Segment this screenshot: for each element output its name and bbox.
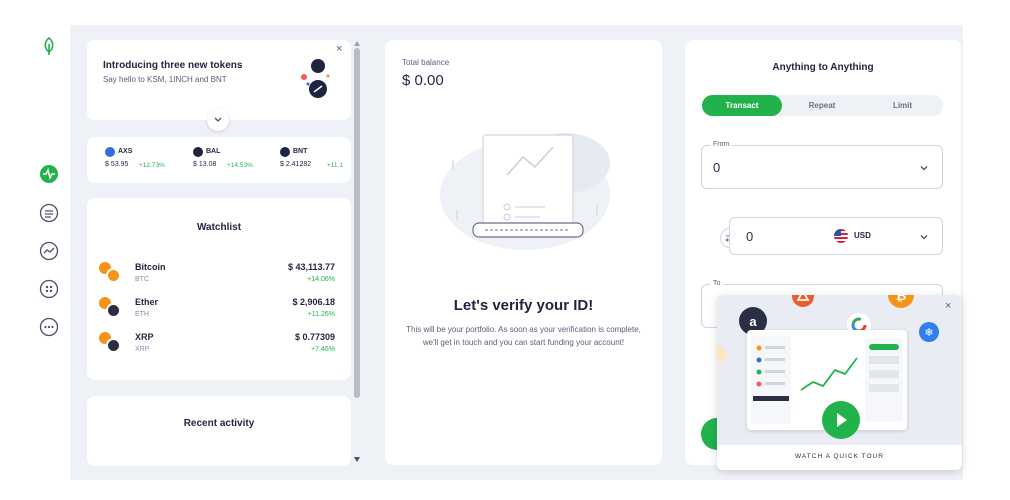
chevron-down-icon	[920, 166, 928, 171]
watchlist-name: Ether	[135, 297, 159, 307]
total-balance-label: Total balance	[402, 58, 450, 67]
watchlist-card: Watchlist Bitcoin BTC $ 43,113.77 +14.06…	[87, 198, 351, 380]
ticker-price: $ 2.41282	[280, 161, 312, 168]
ticker-change: +12.73%	[139, 162, 165, 169]
promo-title: Introducing three new tokens	[103, 60, 243, 71]
from-select[interactable]: From 0	[701, 141, 943, 189]
brave-icon	[792, 295, 814, 307]
bitcoin-icon	[99, 262, 121, 284]
trade-mode-tabs: Transact Repeat Limit	[702, 95, 943, 116]
tour-close-button[interactable]: ×	[945, 300, 951, 312]
watchlist-change: +14.06%	[307, 276, 335, 283]
ticker-price: $ 53.95	[105, 161, 129, 168]
tokens-illustration-icon	[301, 59, 330, 98]
total-balance-value: $ 0.00	[402, 72, 444, 89]
portfolio-icon[interactable]	[38, 163, 60, 185]
tab-transact[interactable]: Transact	[702, 95, 782, 116]
axs-icon	[105, 147, 115, 157]
ticker-change: +11.1	[327, 162, 343, 169]
promo-card[interactable]: Introducing three new tokens Say hello t…	[87, 40, 351, 120]
scroll-down-icon[interactable]	[354, 457, 360, 462]
logo-icon[interactable]	[38, 35, 60, 57]
from-value: 0	[713, 160, 721, 175]
watchlist-title: Watchlist	[196, 222, 242, 233]
quick-tour-popup[interactable]: a ₿ ❄ × WATCH A QUICK TOUR	[717, 295, 962, 470]
portfolio-card: Total balance $ 0.00 Let's verify your I…	[385, 40, 662, 465]
watchlist-symbol: ETH	[135, 311, 149, 318]
play-icon	[837, 413, 847, 427]
watchlist-price: $ 2,906.18	[292, 297, 335, 307]
watch-tour-label[interactable]: WATCH A QUICK TOUR	[717, 453, 962, 460]
chevron-down-icon	[214, 117, 222, 122]
from-label: From	[710, 141, 733, 148]
promo-subtitle: Say hello to KSM, 1INCH and BNT	[103, 75, 227, 84]
watchlist-price: $ 0.77309	[294, 332, 335, 342]
watchlist-name: XRP	[135, 332, 154, 342]
ticker-symbol: AXS	[118, 148, 133, 155]
watchlist-name: Bitcoin	[135, 262, 166, 272]
watchlist-symbol: BTC	[135, 276, 149, 283]
verify-title: Let's verify your ID!	[453, 297, 594, 314]
trade-icon[interactable]	[38, 240, 60, 262]
watchlist-change: +11.26%	[307, 311, 335, 318]
watchlist-symbol: XRP	[135, 346, 150, 353]
snowflake-icon: ❄	[919, 322, 939, 342]
apps-icon[interactable]	[38, 278, 60, 300]
amount-value: 0	[746, 229, 754, 244]
scroll-up-icon[interactable]	[354, 41, 360, 46]
play-button[interactable]	[822, 401, 860, 439]
us-flag-icon	[834, 229, 848, 243]
portfolio-illustration-icon	[440, 133, 610, 250]
bnt-icon	[280, 147, 290, 157]
amount-input[interactable]: 0 USD	[729, 217, 943, 255]
ticker-price: $ 13.08	[193, 161, 217, 168]
bal-icon	[193, 147, 203, 157]
tab-limit[interactable]: Limit	[862, 95, 943, 116]
watchlist-price: $ 43,113.77	[287, 262, 335, 272]
ticker-symbol: BAL	[206, 148, 221, 155]
watchlist-change: +7.46%	[311, 346, 335, 353]
verify-body: This will be your portfolio. As soon as …	[406, 325, 641, 347]
trade-title: Anything to Anything	[772, 62, 874, 73]
to-label: To	[710, 280, 724, 287]
activity-icon[interactable]	[38, 202, 60, 224]
more-icon[interactable]	[38, 316, 60, 338]
ether-icon	[99, 297, 121, 319]
ticker-strip: AXS $ 53.95 +12.73% BAL $ 13.08 +14.53% …	[87, 137, 351, 183]
recent-activity-card: Recent activity	[87, 396, 351, 466]
tab-repeat[interactable]: Repeat	[782, 95, 862, 116]
scrollbar-thumb[interactable]	[354, 48, 360, 398]
recent-activity-title: Recent activity	[183, 418, 255, 429]
currency-select[interactable]: USD	[854, 231, 871, 240]
ticker-change: +14.53%	[227, 162, 253, 169]
expand-promo-button[interactable]	[207, 109, 229, 131]
xrp-icon	[99, 332, 121, 354]
chevron-down-icon	[920, 235, 928, 240]
ticker-symbol: BNT	[293, 148, 308, 155]
